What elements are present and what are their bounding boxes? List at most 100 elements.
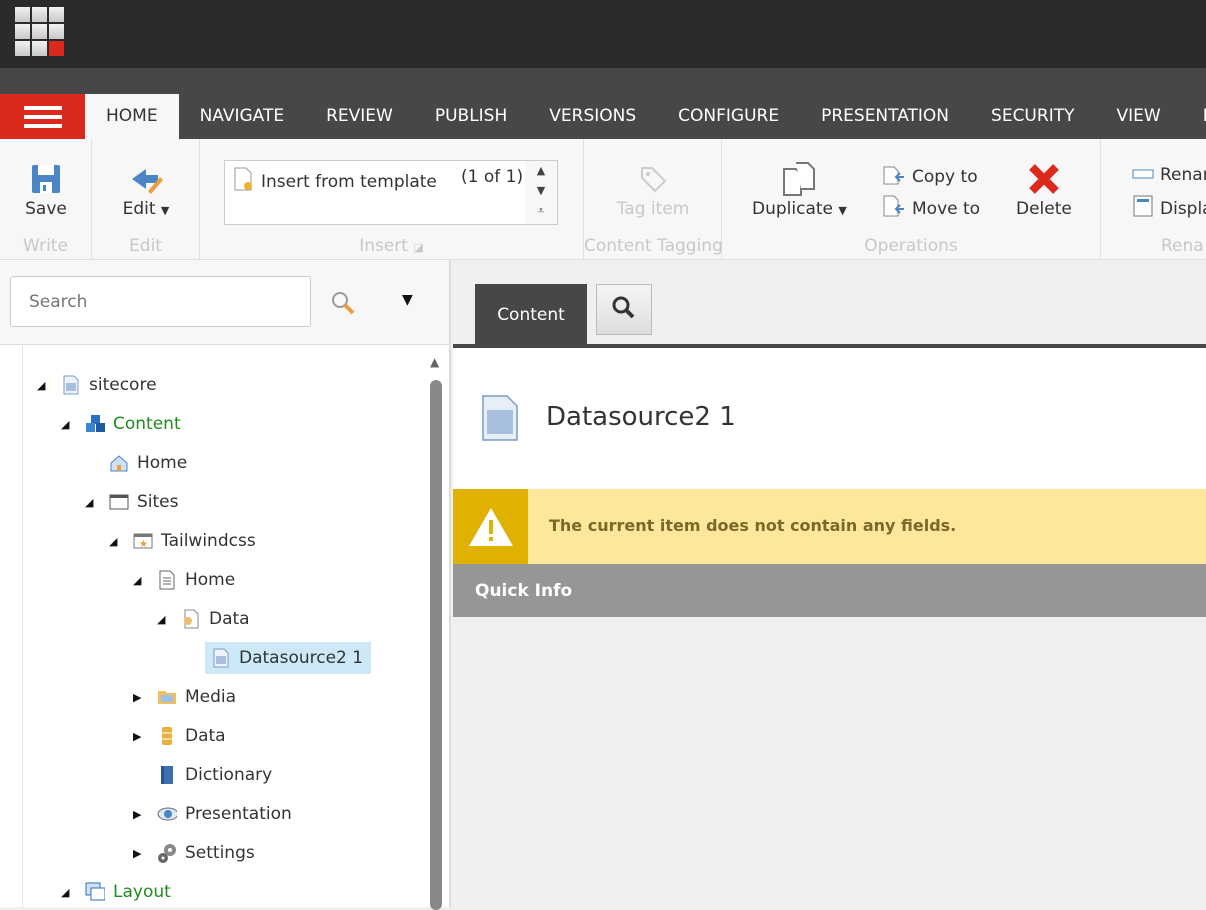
cubes-icon — [85, 414, 105, 434]
tree-node[interactable]: ◢ sitecore — [37, 369, 157, 401]
insert-from-template-item[interactable]: Insert from template — [233, 167, 437, 196]
tree-node[interactable]: ◢ Sites — [85, 486, 179, 518]
insert-item-label: Insert from template — [261, 171, 437, 192]
group-label: Write — [23, 236, 68, 256]
warning-icon — [453, 489, 528, 564]
tree-node[interactable]: Dictionary — [133, 759, 272, 791]
collapsed-arrow-icon[interactable]: ▶ — [133, 808, 157, 821]
collapsed-arrow-icon[interactable]: ▶ — [133, 691, 157, 704]
tree-node[interactable]: ◢ Content — [61, 408, 181, 440]
content-tree: ◢ sitecore ◢ Content Home ◢ Sites ◢ ★ Tailwindcss… — [22, 346, 422, 907]
top-bar — [0, 0, 1206, 68]
tab-presentation[interactable]: PRESENTATION — [800, 94, 970, 139]
group-label: Edit — [129, 236, 162, 256]
search-input[interactable] — [10, 276, 311, 327]
scroll-up-icon[interactable]: ▲ — [430, 355, 439, 369]
search-row: ▼ — [0, 260, 449, 345]
scrollbar-thumb[interactable] — [430, 380, 442, 910]
document-icon — [61, 375, 81, 395]
save-button[interactable]: Save — [0, 159, 92, 219]
tree-node[interactable]: ▶ Presentation — [133, 798, 292, 830]
quick-info-section[interactable]: Quick Info — [453, 564, 1206, 617]
expanded-arrow-icon[interactable]: ◢ — [61, 886, 85, 899]
duplicate-icon — [752, 159, 847, 199]
tree-node-label: Presentation — [185, 804, 292, 824]
insert-gallery: Insert from template (1 of 1) ▲ ▼ ⩡ — [224, 160, 558, 225]
edit-label: Edit — [122, 199, 156, 219]
editor-panel: Content Datasource2 1 The current item d… — [453, 260, 1206, 907]
tab-m[interactable]: M — [1182, 94, 1206, 139]
group-operations: Duplicate ▼ Copy to Move to Delete Opera… — [722, 139, 1101, 260]
tree-node[interactable]: ◢ ★ Tailwindcss — [109, 525, 256, 557]
rename-button[interactable]: Renar — [1132, 165, 1206, 185]
tree-scrollbar[interactable]: ▲ — [430, 355, 442, 910]
copy-to-button[interactable]: Copy to — [882, 163, 978, 190]
save-icon — [0, 159, 92, 199]
expand-gallery-icon[interactable]: ⩡ — [525, 201, 557, 221]
tab-content[interactable]: Content — [475, 284, 587, 346]
window-icon — [109, 492, 129, 512]
tree-node[interactable]: Datasource2 1 — [205, 642, 372, 674]
search-icon[interactable] — [330, 290, 356, 320]
tab-navigate[interactable]: NAVIGATE — [179, 94, 306, 139]
move-to-button[interactable]: Move to — [882, 195, 980, 222]
tab-search[interactable] — [596, 284, 652, 335]
content-panel: Datasource2 1 The current item does not … — [453, 344, 1206, 907]
tree-node[interactable]: ▶ Media — [133, 681, 236, 713]
tree-node-label: Data — [185, 726, 226, 746]
delete-icon — [1016, 159, 1072, 199]
tab-review[interactable]: REVIEW — [305, 94, 414, 139]
document-icon — [481, 394, 519, 446]
tab-home[interactable]: HOME — [85, 94, 179, 139]
delete-button[interactable]: Delete — [1016, 159, 1072, 219]
tag-item-button[interactable]: Tag item — [584, 159, 722, 219]
menu-icon[interactable] — [0, 94, 85, 139]
search-options-dropdown-icon[interactable]: ▼ — [402, 292, 413, 308]
tree-node-label: Sites — [137, 492, 179, 512]
scroll-up-icon[interactable]: ▲ — [525, 161, 557, 181]
save-label: Save — [25, 199, 67, 219]
duplicate-button[interactable]: Duplicate ▼ — [752, 159, 847, 219]
star-window-icon: ★ — [133, 531, 153, 551]
expanded-arrow-icon[interactable]: ◢ — [157, 613, 181, 626]
tree-node-label: Layout — [113, 882, 171, 902]
expanded-arrow-icon[interactable]: ◢ — [109, 535, 133, 548]
tab-view[interactable]: VIEW — [1095, 94, 1181, 139]
tree-node-label: Tailwindcss — [161, 531, 256, 551]
copy-to-icon — [882, 163, 906, 190]
app-launcher-logo[interactable] — [15, 7, 64, 56]
tree-node-label: Home — [137, 453, 188, 473]
warning-banner: The current item does not contain any fi… — [453, 489, 1206, 564]
tree-node[interactable]: Home — [85, 447, 187, 479]
tree-node[interactable]: ◢ Layout — [61, 876, 171, 908]
item-title: Datasource2 1 — [546, 402, 736, 432]
tab-versions[interactable]: VERSIONS — [528, 94, 657, 139]
dropdown-arrow-icon: ▼ — [160, 204, 170, 217]
collapsed-arrow-icon[interactable]: ▶ — [133, 847, 157, 860]
tree-node[interactable]: ▶ Settings — [133, 837, 255, 869]
tree-node[interactable]: ▶ Data — [133, 720, 226, 752]
folder-icon — [157, 687, 177, 707]
warning-text: The current item does not contain any fi… — [549, 516, 957, 535]
page-icon — [157, 570, 177, 590]
edit-icon — [92, 159, 200, 199]
tree-node-label: Dictionary — [185, 765, 273, 785]
group-insert: Insert from template (1 of 1) ▲ ▼ ⩡ Insert… — [200, 139, 584, 260]
collapsed-arrow-icon[interactable]: ▶ — [133, 730, 157, 743]
expanded-arrow-icon[interactable]: ◢ — [61, 418, 85, 431]
expanded-arrow-icon[interactable]: ◢ — [133, 574, 157, 587]
tree-node[interactable]: ◢ Home — [133, 564, 235, 596]
display-name-button[interactable]: Displa — [1132, 195, 1206, 222]
dialog-launcher-icon[interactable]: ◪ — [413, 241, 423, 254]
tab-configure[interactable]: CONFIGURE — [657, 94, 800, 139]
tab-security[interactable]: SECURITY — [970, 94, 1095, 139]
tab-publish[interactable]: PUBLISH — [414, 94, 528, 139]
edit-button[interactable]: Edit ▼ — [92, 159, 200, 219]
tag-icon — [584, 159, 722, 199]
expanded-arrow-icon[interactable]: ◢ — [85, 496, 109, 509]
tree-node-label: sitecore — [89, 375, 157, 395]
scroll-down-icon[interactable]: ▼ — [525, 181, 557, 201]
expanded-arrow-icon[interactable]: ◢ — [37, 379, 61, 392]
tree-node[interactable]: ◢ Data — [157, 603, 250, 635]
content-tree-panel: ▼ ◢ sitecore ◢ Content Home ◢ Sites ◢ ★ Tailwindc… — [0, 260, 451, 910]
